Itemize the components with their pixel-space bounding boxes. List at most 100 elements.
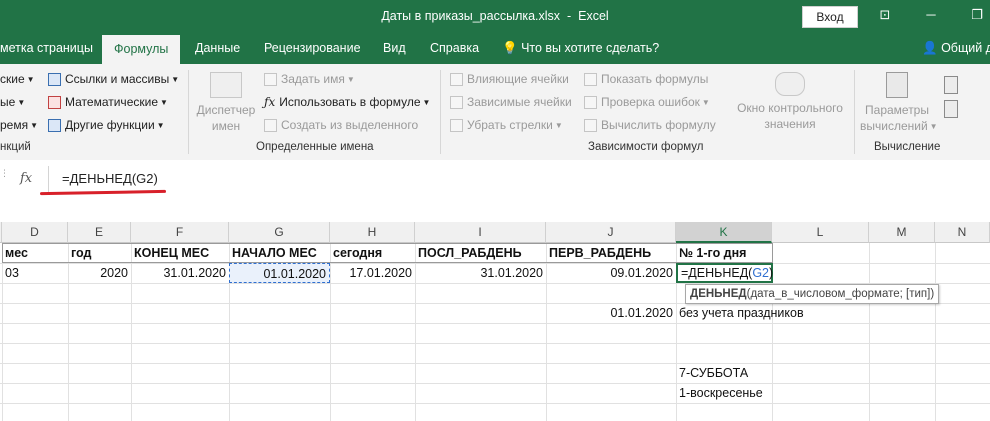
- create-from-selection-button[interactable]: Создать из выделенного: [264, 118, 418, 133]
- cell-i2[interactable]: 31.01.2020: [415, 263, 546, 283]
- calculate-now-icon[interactable]: [944, 76, 958, 94]
- formula-bar: ⋮ fx =ДЕНЬНЕД(G2): [0, 160, 990, 202]
- column-header-h[interactable]: H: [330, 222, 415, 243]
- column-header-e[interactable]: E: [68, 222, 131, 243]
- math-trig-button[interactable]: Математические ▼: [48, 95, 168, 110]
- cell-h2[interactable]: 17.01.2020: [330, 263, 415, 283]
- editing-formula-prefix: =ДЕНЬНЕД(: [681, 266, 753, 280]
- calculator-icon: [886, 72, 908, 98]
- group-separator: [440, 70, 441, 154]
- watch-window-button[interactable]: Окно контрольного значения: [728, 72, 852, 132]
- tab-view[interactable]: Вид: [383, 33, 406, 64]
- cell-h1[interactable]: сегодня: [330, 243, 415, 263]
- use-in-formula-button[interactable]: ƒx Использовать в формуле ▼: [264, 95, 430, 109]
- cell-g2-referenced[interactable]: 01.01.2020: [229, 263, 330, 283]
- column-header-d[interactable]: D: [2, 222, 68, 243]
- calculation-options-button[interactable]: Параметры вычислений ▼: [860, 72, 938, 135]
- lookup-icon: [48, 73, 61, 87]
- text-functions-button[interactable]: ые ▼: [0, 95, 25, 109]
- watch-window-label-1: Окно контрольного: [737, 101, 843, 115]
- tell-me-label: Что вы хотите сделать?: [521, 41, 660, 55]
- cell-j2[interactable]: 09.01.2020: [546, 263, 676, 283]
- cell-k2-editing[interactable]: =ДЕНЬНЕД(G2): [676, 263, 773, 283]
- group-separator: [854, 70, 855, 154]
- logical-functions-button[interactable]: ские ▼: [0, 72, 35, 86]
- editing-formula-ref: G2: [752, 266, 770, 280]
- calculate-sheet-icon[interactable]: [944, 100, 958, 118]
- share-button[interactable]: 👤 Общий д: [922, 33, 990, 64]
- editing-formula-suffix: ): [769, 266, 774, 280]
- cell-k1[interactable]: № 1-го дня: [676, 243, 772, 263]
- column-header-m[interactable]: M: [869, 222, 935, 243]
- error-checking-button[interactable]: Проверка ошибок ▼: [584, 95, 710, 110]
- minimize-icon[interactable]: ─: [922, 7, 940, 22]
- cell-e1[interactable]: год: [68, 243, 131, 263]
- group-label-defined-names: Определенные имена: [256, 141, 374, 153]
- lightbulb-icon: 💡: [502, 41, 518, 55]
- tab-formulas[interactable]: Формулы: [102, 35, 181, 64]
- tab-help[interactable]: Справка: [430, 33, 479, 64]
- datetime-functions-button[interactable]: ремя ▼: [0, 118, 38, 132]
- restore-icon[interactable]: ❐: [968, 7, 986, 23]
- math-icon: [48, 96, 61, 110]
- name-manager-label-2: имен: [211, 119, 241, 133]
- lookup-reference-button[interactable]: Ссылки и массивы ▼: [48, 72, 179, 87]
- trace-dependents-icon: [450, 96, 463, 110]
- more-options-icon[interactable]: ⋮: [0, 168, 10, 179]
- remove-arrows-icon: [450, 119, 463, 133]
- fx-icon: ƒx: [264, 95, 276, 109]
- formula-input[interactable]: =ДЕНЬНЕД(G2): [62, 171, 158, 186]
- tab-page-layout[interactable]: метка страницы: [0, 33, 93, 64]
- share-label: Общий д: [941, 41, 990, 55]
- group-label-calculation: Вычисление: [874, 141, 941, 153]
- show-formulas-icon: [584, 73, 597, 87]
- show-formulas-button[interactable]: Показать формулы: [584, 72, 708, 87]
- evaluate-formula-button[interactable]: Вычислить формулу: [584, 118, 716, 133]
- column-header-j[interactable]: J: [546, 222, 676, 243]
- column-header-f[interactable]: F: [131, 222, 229, 243]
- cell-g1[interactable]: НАЧАЛО МЕС: [229, 243, 330, 263]
- group-label-function-library: нкций: [0, 141, 31, 153]
- group-separator: [188, 70, 189, 154]
- function-argument-tooltip[interactable]: ДЕНЬНЕД(дата_в_числовом_формате; [тип]): [685, 284, 940, 304]
- glasses-icon: [775, 72, 805, 96]
- trace-dependents-button[interactable]: Зависимые ячейки: [450, 95, 572, 110]
- tooltip-arguments: (дата_в_числовом_формате; [тип]): [746, 288, 935, 300]
- cell-k4[interactable]: без учета праздников: [676, 303, 876, 323]
- column-header-k[interactable]: K: [676, 222, 772, 243]
- ribbon-formulas: ские ▼ ые ▼ ремя ▼ Ссылки и массивы ▼ Матема…: [0, 64, 990, 161]
- cell-k8[interactable]: 1-воскресенье: [676, 383, 796, 403]
- column-header-i[interactable]: I: [415, 222, 546, 243]
- more-functions-button[interactable]: Другие функции ▼: [48, 118, 165, 133]
- cell-e2[interactable]: 2020: [68, 263, 131, 283]
- trace-precedents-button[interactable]: Влияющие ячейки: [450, 72, 569, 87]
- name-manager-button[interactable]: Диспетчер имен: [194, 72, 258, 134]
- insert-function-icon[interactable]: fx: [20, 171, 32, 186]
- cell-j1[interactable]: ПЕРВ_РАБДЕНЬ: [546, 243, 676, 263]
- worksheet-grid[interactable]: D E F G H I J K L M N мес год КОНЕЦ МЕС …: [0, 201, 990, 421]
- name-manager-icon: [210, 72, 242, 98]
- column-header-n[interactable]: N: [935, 222, 990, 243]
- cell-f1[interactable]: КОНЕЦ МЕС: [131, 243, 229, 263]
- define-name-button[interactable]: Задать имя ▼: [264, 72, 355, 87]
- person-icon: 👤: [922, 41, 938, 55]
- column-header-g[interactable]: G: [229, 222, 330, 243]
- ribbon-display-icon[interactable]: ⊡: [876, 7, 894, 23]
- sign-in-button[interactable]: Вход: [802, 6, 858, 28]
- cell-j4[interactable]: 01.01.2020: [546, 303, 676, 323]
- column-header-l[interactable]: L: [772, 222, 869, 243]
- cell-i1[interactable]: ПОСЛ_РАБДЕНЬ: [415, 243, 546, 263]
- tab-data[interactable]: Данные: [195, 33, 240, 64]
- cell-d2[interactable]: 03: [2, 263, 68, 283]
- tag-icon: [264, 73, 277, 87]
- remove-arrows-button[interactable]: Убрать стрелки ▼: [450, 118, 563, 133]
- cell-k7[interactable]: 7-СУББОТА: [676, 363, 796, 383]
- error-checking-icon: [584, 96, 597, 110]
- calc-options-label-2: вычислений: [860, 119, 928, 133]
- tab-review[interactable]: Рецензирование: [264, 33, 361, 64]
- create-from-selection-icon: [264, 119, 277, 133]
- tell-me-search[interactable]: 💡 Что вы хотите сделать?: [502, 33, 659, 64]
- tooltip-function-name[interactable]: ДЕНЬНЕД: [690, 288, 747, 300]
- cell-d1[interactable]: мес: [2, 243, 68, 263]
- cell-f2[interactable]: 31.01.2020: [131, 263, 229, 283]
